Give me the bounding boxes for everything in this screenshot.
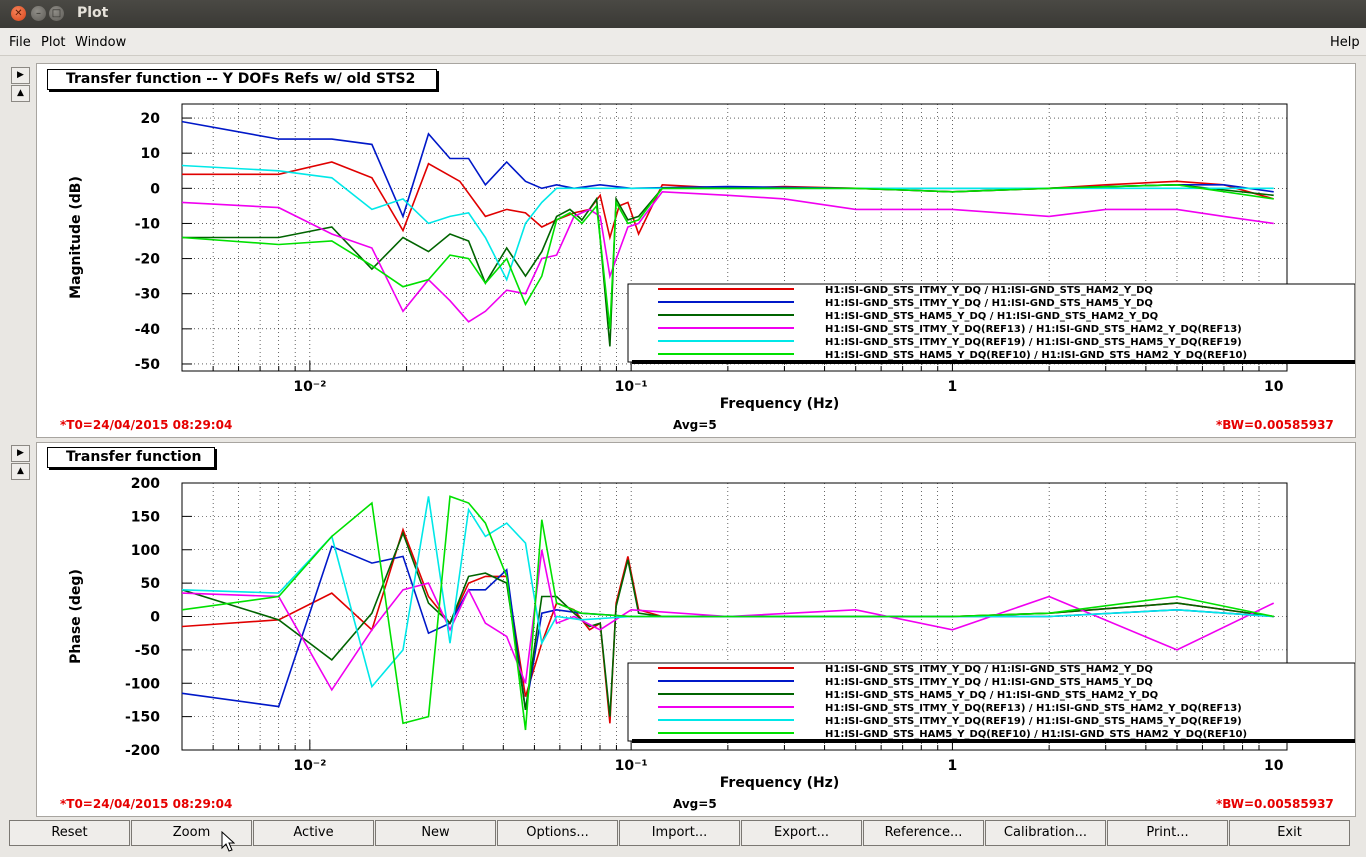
y-axis-label: Magnitude (dB) [68, 176, 84, 299]
magnitude-chart[interactable]: -50 -40 -30 -20 -10 0 10 20 10⁻² 10⁻¹ 1 10 Frequency… [37, 64, 1355, 437]
y-tick-label: 50 [141, 576, 161, 592]
x-tick-label: 1 [948, 758, 958, 774]
y-tick-label: -10 [135, 216, 161, 232]
legend-entry: H1:ISI-GND_STS_ITMY_Y_DQ / H1:ISI-GND_ST… [825, 298, 1153, 309]
series-line [182, 161, 1274, 241]
menu-plot[interactable]: Plot [41, 35, 66, 50]
export-button[interactable]: Export... [741, 820, 862, 846]
avg-label: Avg=5 [673, 797, 717, 811]
y-tick-label: -30 [135, 287, 161, 303]
new-button[interactable]: New [375, 820, 496, 846]
x-tick-label: 10 [1264, 379, 1284, 395]
y-axis-label: Phase (deg) [68, 569, 84, 664]
reset-button[interactable]: Reset [9, 820, 130, 846]
maximize-icon[interactable]: □ [49, 6, 64, 21]
legend-entry: H1:ISI-GND_STS_HAM5_Y_DQ(REF10) / H1:ISI… [825, 350, 1247, 361]
y-tick-label: 0 [150, 610, 160, 626]
x-tick-label: 10 [1264, 758, 1284, 774]
import-button[interactable]: Import... [619, 820, 740, 846]
menu-help[interactable]: Help [1330, 35, 1360, 50]
y-tick-label: 10 [141, 146, 161, 162]
legend-entry: H1:ISI-GND_STS_ITMY_Y_DQ(REF19) / H1:ISI… [825, 337, 1242, 348]
print-button[interactable]: Print... [1107, 820, 1228, 846]
expand-right-icon[interactable]: ▶ [11, 445, 30, 462]
magnitude-panel: Transfer function -- Y DOFs Refs w/ old … [36, 63, 1356, 438]
legend-entry: H1:ISI-GND_STS_HAM5_Y_DQ(REF10) / H1:ISI… [825, 729, 1247, 740]
expand-right-icon[interactable]: ▶ [11, 67, 30, 84]
y-tick-label: 150 [131, 509, 160, 525]
phase-chart[interactable]: -200 -150 -100 -50 0 50 100 150 200 10⁻² 10⁻¹ 1 10 Fr… [37, 443, 1355, 816]
legend-entry: H1:ISI-GND_STS_HAM5_Y_DQ / H1:ISI-GND_ST… [825, 311, 1158, 322]
legend-entry: H1:ISI-GND_STS_ITMY_Y_DQ / H1:ISI-GND_ST… [825, 285, 1153, 296]
series-line [182, 164, 1274, 282]
reference-button[interactable]: Reference... [863, 820, 984, 846]
legend-entry: H1:ISI-GND_STS_ITMY_Y_DQ(REF13) / H1:ISI… [825, 324, 1242, 335]
legend-entry: H1:ISI-GND_STS_ITMY_Y_DQ(REF19) / H1:ISI… [825, 716, 1242, 727]
y-tick-label: -40 [135, 322, 161, 338]
x-tick-label: 10⁻² [293, 758, 326, 774]
y-tick-label: 0 [150, 181, 160, 197]
legend-entry: H1:ISI-GND_STS_ITMY_Y_DQ / H1:ISI-GND_ST… [825, 677, 1153, 688]
y-tick-label: 200 [131, 476, 160, 492]
y-tick-label: -200 [125, 743, 160, 759]
x-tick-label: 10⁻² [293, 379, 326, 395]
x-axis-label: Frequency (Hz) [720, 396, 839, 412]
menu-file[interactable]: File [9, 35, 31, 50]
y-tick-label: -150 [125, 710, 160, 726]
x-tick-label: 1 [948, 379, 958, 395]
active-button[interactable]: Active [253, 820, 374, 846]
avg-label: Avg=5 [673, 418, 717, 432]
y-tick-label: 20 [141, 111, 161, 127]
minimize-icon[interactable]: – [31, 6, 46, 21]
y-tick-label: 100 [131, 543, 160, 559]
bw-label: *BW=0.00585937 [1216, 797, 1334, 811]
t0-label: *T0=24/04/2015 08:29:04 [60, 418, 233, 432]
exit-button[interactable]: Exit [1229, 820, 1350, 846]
window-title: Plot [77, 5, 109, 21]
window-titlebar: ✕ – □ Plot [0, 0, 1366, 28]
menu-window[interactable]: Window [75, 35, 126, 50]
calibration-button[interactable]: Calibration... [985, 820, 1106, 846]
y-tick-label: -50 [135, 643, 161, 659]
menu-bar: File Plot Window Help [0, 28, 1366, 56]
y-tick-label: -100 [125, 676, 160, 692]
legend-entry: H1:ISI-GND_STS_HAM5_Y_DQ / H1:ISI-GND_ST… [825, 690, 1158, 701]
legend-entry: H1:ISI-GND_STS_ITMY_Y_DQ(REF13) / H1:ISI… [825, 703, 1242, 714]
phase-panel: Transfer function -200 -150 -100 -50 0 50 100 1… [36, 442, 1356, 817]
mouse-cursor-icon [221, 831, 235, 852]
options-button[interactable]: Options... [497, 820, 618, 846]
x-tick-label: 10⁻¹ [615, 758, 648, 774]
close-icon[interactable]: ✕ [11, 6, 26, 21]
collapse-up-icon[interactable]: ▲ [11, 463, 30, 480]
y-tick-label: -20 [135, 252, 161, 268]
t0-label: *T0=24/04/2015 08:29:04 [60, 797, 233, 811]
x-tick-label: 10⁻¹ [615, 379, 648, 395]
legend-entry: H1:ISI-GND_STS_ITMY_Y_DQ / H1:ISI-GND_ST… [825, 664, 1153, 675]
y-tick-label: -50 [135, 357, 161, 373]
collapse-up-icon[interactable]: ▲ [11, 85, 30, 102]
x-axis-label: Frequency (Hz) [720, 775, 839, 791]
bw-label: *BW=0.00585937 [1216, 418, 1334, 432]
